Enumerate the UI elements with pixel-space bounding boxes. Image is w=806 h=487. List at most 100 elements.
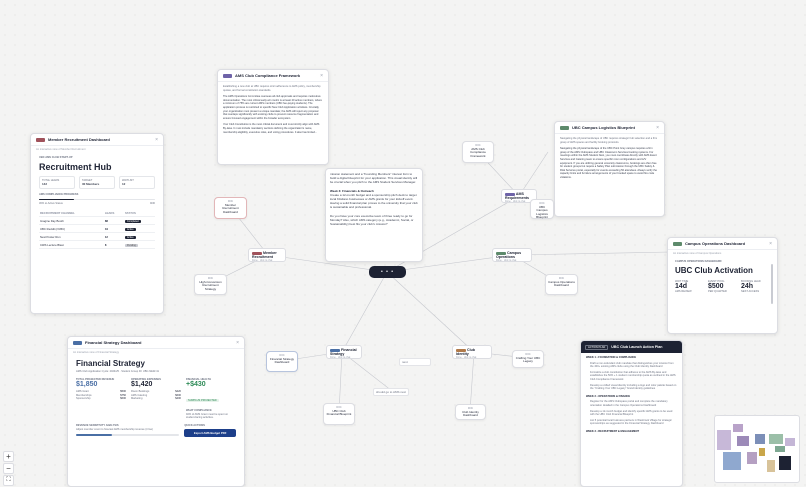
export-pdf-button[interactable]: Export AMS Budget PDF (184, 428, 236, 437)
scrollbar[interactable] (771, 264, 773, 304)
progress-text: 30% to Active Status (39, 202, 63, 206)
panel-tag (223, 73, 232, 78)
node-ubc-logistics[interactable]: DOC UBC Campus Logistics Blueprint (530, 199, 554, 219)
panel-tag (673, 241, 682, 246)
node-sub: Done · click to chat (496, 259, 517, 262)
chat-text: Do you have your core executive team of … (330, 213, 414, 227)
action-item[interactable]: Draft a non-redundant club mandate that … (590, 362, 677, 369)
financial-panel: Financial Strategy Dashboard × An intera… (67, 336, 245, 487)
node-campus-operations[interactable]: Campus Operations Done · click to chat (492, 248, 532, 262)
node-sub: Done · click to chat (456, 356, 477, 359)
node-ams-compliance[interactable]: DOC AMS Club Compliance Framework (462, 141, 494, 163)
column-header: RECRUITMENT CHANNEL (40, 210, 75, 215)
kpi-value: 30 Members (82, 182, 100, 187)
node-label: Member Recruitment Dashboard (222, 202, 239, 214)
kpi-card: EVENT POOL $500 PER QUARTER (708, 280, 737, 294)
node-member-dashboard[interactable]: DOC Member Recruitment Dashboard (214, 197, 247, 219)
status-badge: SURPLUS PROJECTED (186, 399, 219, 403)
node-label: Crafting Your UBC Legacy (515, 355, 541, 364)
intro-text: Navigating the physical landscape of UBC… (560, 137, 658, 144)
campus-ops-panel: Campus Operations Dashboard × An interac… (667, 237, 778, 334)
eyebrow: UBC AMS CLUB START-UP (39, 156, 73, 159)
action-item[interactable]: Develop a 12-month budget and identify s… (590, 410, 677, 417)
kpi-sub: PER QUARTER (708, 290, 727, 294)
expenses-card: OPERATING EXPENSES $1,420 Room Bookings $… (131, 378, 181, 420)
node-sub: Done · click to chat (252, 259, 273, 262)
panel-title: Financial Strategy Dashboard (85, 340, 142, 345)
cell-channel: Imagine Day Booth (40, 218, 64, 223)
close-icon[interactable]: × (769, 241, 772, 247)
week-heading: WEEK 1 • FOUNDATION & COMPLIANCE (586, 356, 637, 359)
minimap-block (747, 452, 757, 464)
table-row[interactable]: Imagine Day Booth 88 Completed (39, 217, 155, 225)
column-header: STATUS (125, 210, 136, 215)
zoom-out-button[interactable]: − (3, 463, 14, 474)
kpi-card: BOOKING LEAD 24h NEST ACCESS (741, 280, 770, 294)
zoom-in-button[interactable]: + (3, 451, 14, 462)
chat-text: mission statement and a "Founding Member… (330, 172, 418, 185)
panel-tag (560, 125, 569, 130)
action-item[interactable]: List 5 potential local business partners… (590, 419, 677, 426)
row-label: Sponsorship (76, 397, 91, 401)
cell-leads: 88 (104, 218, 108, 223)
slider-fill (76, 434, 113, 436)
node-label: UBC Campus Logistics Blueprint (536, 204, 548, 220)
edge-label: should go to AMS next (373, 388, 410, 396)
node-fin-strat-dashboard[interactable]: DOC Financial Strategy Dashboard (266, 351, 298, 372)
health-card: FINANCIAL HEALTH +$430 SURPLUS PROJECTED… (186, 378, 236, 420)
panel-title: AMS Club Compliance Framework (235, 73, 301, 78)
table-row[interactable]: Nest Poster Run 12 Active (39, 233, 155, 241)
panel-tag (73, 340, 82, 345)
cell-leads: 34 (104, 226, 108, 231)
kpi-card: WAITLIST 12 (119, 175, 155, 190)
page-title: Recruitment Hub (39, 161, 112, 172)
status-badge: Completed (125, 219, 141, 223)
table-row[interactable]: UBC Reddit (r/UBC) 34 Active (39, 225, 155, 233)
close-icon[interactable]: × (656, 125, 659, 131)
node-label: Financial Strategy Dashboard (269, 356, 294, 365)
kpi-value: 142 (42, 182, 48, 187)
node-fin-blueprint[interactable]: DOC UBC Club Financial Blueprint (323, 403, 355, 425)
action-item[interactable]: Formalize a club constitution that adher… (590, 371, 677, 382)
cell-leads: 8 (104, 242, 107, 247)
kpi-card: TARGET 30 Members (79, 175, 115, 190)
central-node[interactable]: • • • (369, 266, 406, 278)
node-financial-strategy[interactable]: Financial Strategy Done · click to chat (326, 345, 362, 359)
close-icon[interactable]: × (236, 340, 239, 346)
node-label: UBC Club Financial Blueprint (326, 408, 352, 417)
chat-text: Create a 12-month budget and a sponsorsh… (330, 192, 418, 210)
row-label: Marketing (131, 397, 143, 401)
minimap-block (785, 438, 795, 446)
revenue-slider[interactable] (76, 434, 180, 436)
node-club-identity-dashboard[interactable]: DOC Club Identity Dashboard (455, 404, 486, 420)
action-item[interactable]: Develop a unified visual identity includ… (590, 384, 677, 391)
node-campus-ops-dashboard[interactable]: DOC Campus Operations Dashboard (545, 274, 578, 295)
node-high-conversion[interactable]: DOC High-Conversion Recruitment Strategy (194, 274, 227, 295)
cell-channel: CiRS Lecture Blast (40, 242, 64, 247)
column-header: LEADS (104, 210, 115, 215)
action-plan-panel: ACTION PLAN UBC Club Launch Action Plan … (580, 340, 683, 487)
node-label: Club Identity Dashboard (462, 409, 479, 418)
minimap-block (717, 430, 731, 450)
node-label: AMS Club Compliance Framework (470, 146, 486, 158)
row-value: $600 (120, 397, 126, 401)
minimap[interactable] (714, 415, 800, 483)
section-label: QUICK ACTIONS (184, 423, 205, 427)
table-row[interactable]: CiRS Lecture Blast 8 Pending (39, 241, 155, 249)
action-badge: ACTION PLAN (585, 344, 609, 350)
action-item[interactable]: Register for the AMS Clubspace portal an… (590, 400, 677, 407)
fit-view-button[interactable]: ⛶ (3, 475, 14, 486)
close-icon[interactable]: × (320, 73, 323, 79)
minimap-block (737, 436, 749, 446)
node-label: High-Conversion Recruitment Strategy (199, 279, 222, 291)
progress-bar (39, 198, 155, 201)
node-member-recruitment[interactable]: Member Recruitment Done · click to chat (248, 248, 286, 262)
node-club-identity[interactable]: Club Identity Done · click to chat (452, 345, 492, 359)
kpi-card: TOTAL LEADS 142 (39, 175, 75, 190)
eyebrow: CAMPUS OPERATIONS DASHBOARD (675, 260, 722, 263)
close-icon[interactable]: × (155, 137, 158, 143)
cycle-text: AMS Club Application Cycle: 2024/25 · St… (76, 370, 159, 373)
cell-channel: Nest Poster Run (40, 234, 61, 239)
node-legacy[interactable]: DOC Crafting Your UBC Legacy (512, 350, 544, 368)
status-badge: Active (125, 227, 136, 231)
